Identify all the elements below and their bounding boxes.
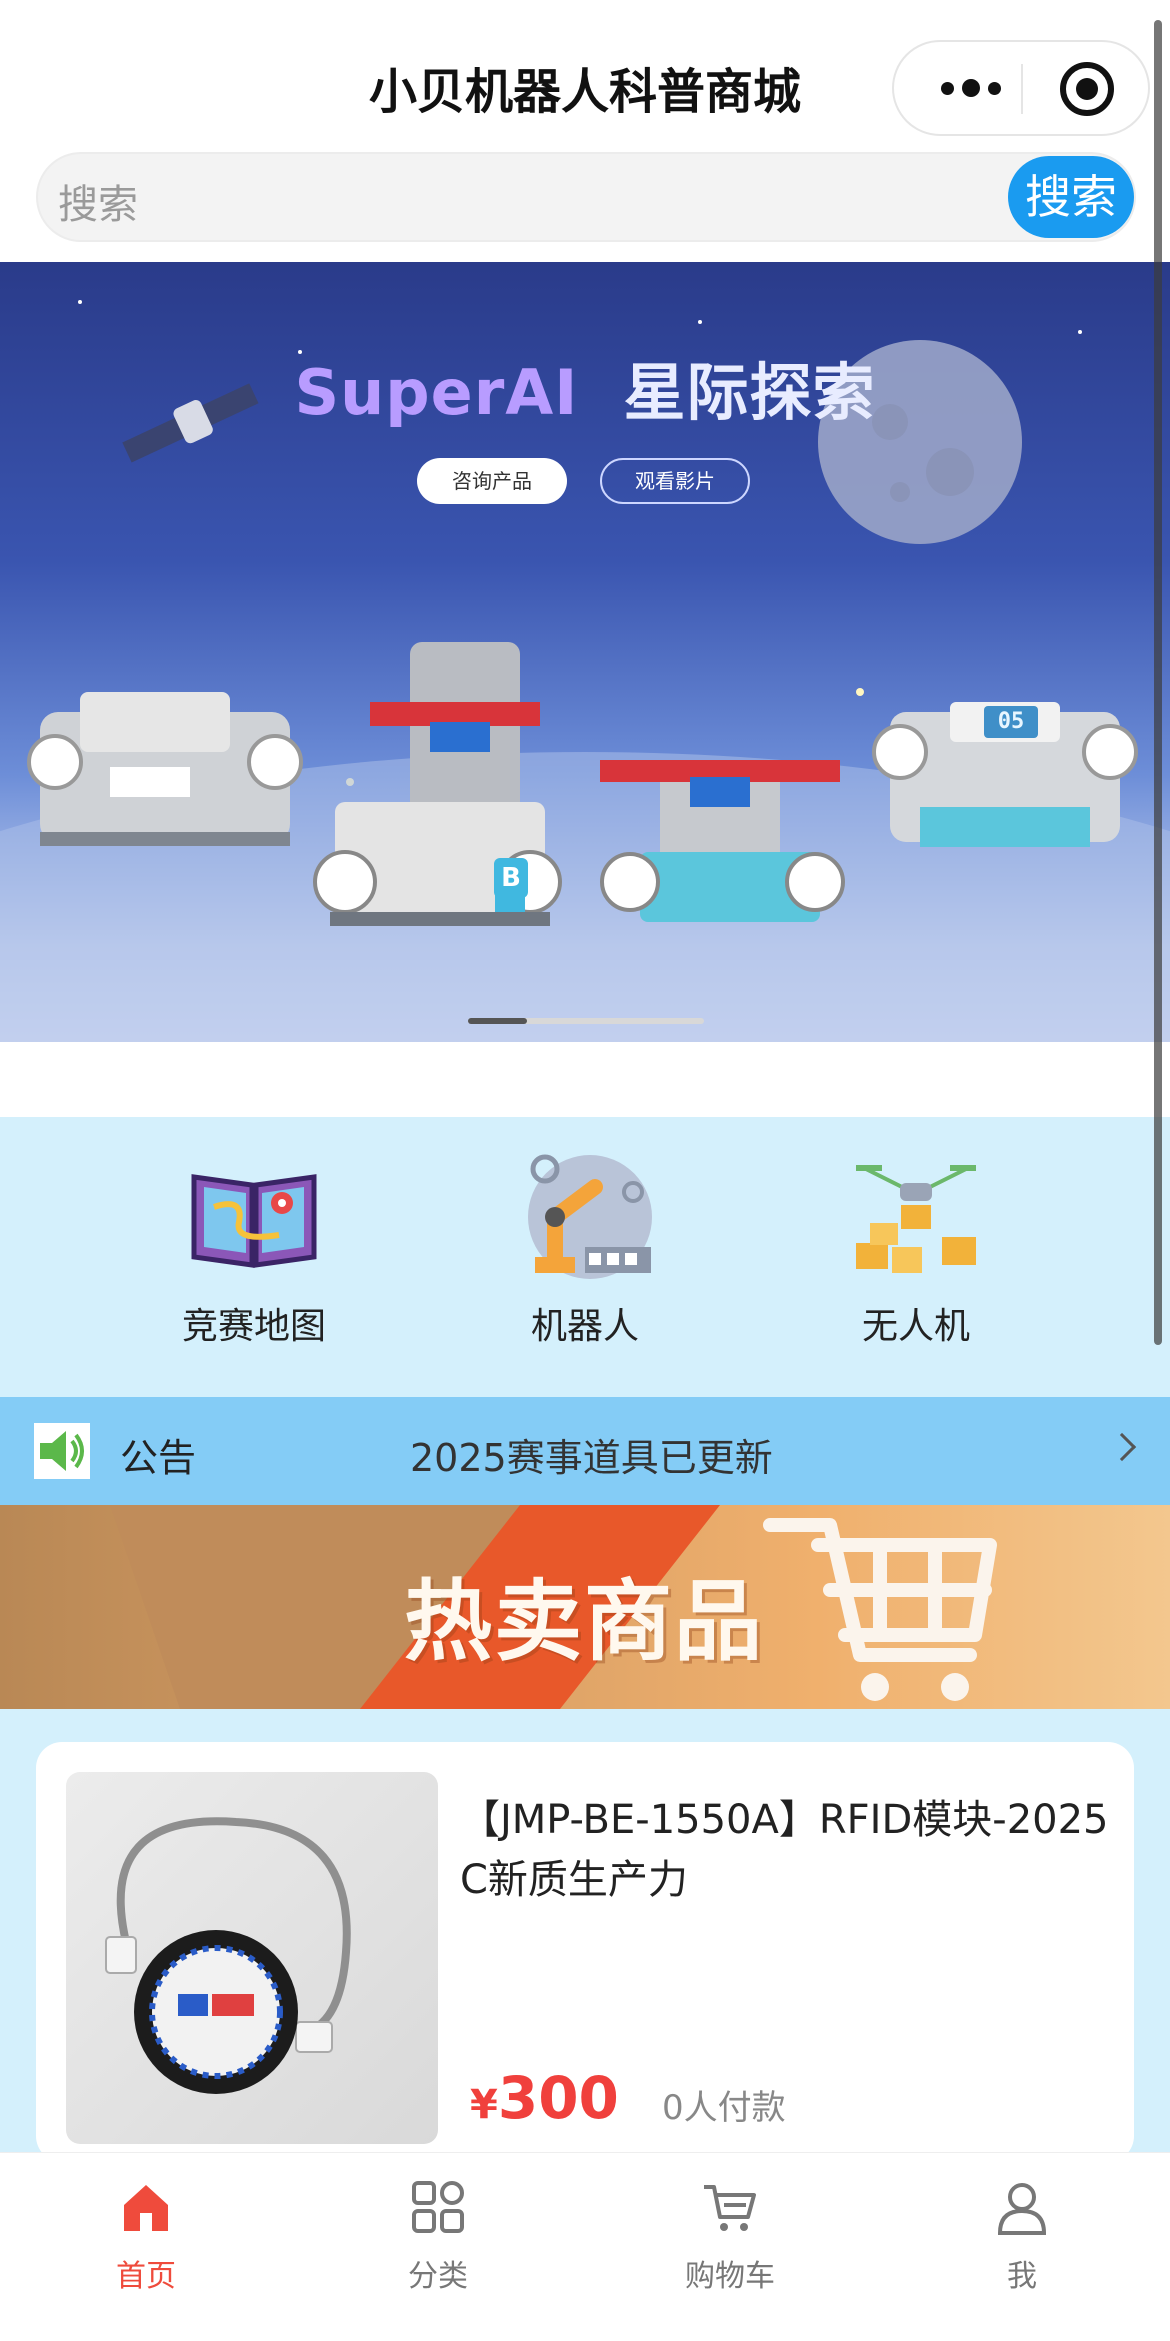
tab-cart[interactable]: 购物车	[630, 2177, 830, 2295]
hot-products-banner[interactable]: 热卖商品	[0, 1505, 1170, 1709]
hot-banner-title: 热卖商品	[404, 1570, 765, 1673]
rfid-module-image	[105, 1817, 351, 2094]
category-label: 竞赛地图	[181, 1306, 326, 1347]
currency-symbol: ¥	[470, 2082, 498, 2128]
product-title[interactable]: 【JMP-BE-1550A】RFID模块-2025C新质生产力	[460, 1790, 1110, 1910]
sold-count: 0人付款	[662, 2088, 786, 2128]
banner-title: SuperAI 星际探索	[294, 356, 876, 429]
notice-bar[interactable]: 公告 2025赛事道具已更新	[0, 1397, 1170, 1505]
scrollbar[interactable]	[1154, 20, 1162, 1345]
notice-label: 公告	[120, 1436, 197, 1480]
tab-label: 首页	[116, 2259, 176, 2294]
watch-video-button[interactable]: 观看影片	[600, 458, 750, 504]
search-button[interactable]: 搜索	[1008, 156, 1134, 238]
search-bar: 搜索 搜索	[0, 152, 1170, 262]
tab-me[interactable]: 我	[922, 2177, 1122, 2295]
drone-icon	[856, 1165, 976, 1273]
banner-carousel[interactable]: SuperAI 星际探索 咨询产品 观看影片 B 05	[0, 262, 1170, 1117]
mini-program-capsule	[892, 40, 1150, 136]
search-placeholder: 搜索	[58, 182, 138, 228]
speaker-icon	[34, 1423, 90, 1479]
robot-display: 05	[984, 706, 1038, 738]
tab-home[interactable]: 首页	[46, 2177, 246, 2295]
user-icon	[997, 2183, 1047, 2235]
category-map[interactable]: 竞赛地图	[134, 1147, 374, 1349]
consult-product-button[interactable]: 咨询产品	[417, 458, 567, 504]
home-icon	[124, 2185, 168, 2231]
robot-badge: B	[494, 858, 528, 898]
product-image[interactable]	[66, 1772, 438, 2144]
category-grid: 竞赛地图 机器人 无人机	[0, 1117, 1170, 1397]
tab-category[interactable]: 分类	[338, 2177, 538, 2295]
category-label: 无人机	[861, 1306, 970, 1347]
carousel-indicator	[468, 1018, 704, 1024]
robot-arm-icon	[528, 1154, 652, 1279]
tab-label: 购物车	[685, 2259, 775, 2294]
search-input[interactable]: 搜索 搜索	[36, 152, 1136, 242]
capsule-divider	[1021, 64, 1023, 114]
banner-bottom-strip	[0, 1042, 1170, 1117]
price-value: 300	[497, 2064, 619, 2132]
product-card[interactable]: 【JMP-BE-1550A】RFID模块-2025C新质生产力 ¥300 0人付…	[36, 1742, 1134, 2162]
title-bar: 小贝机器人科普商城	[0, 0, 1170, 152]
category-label: 机器人	[530, 1306, 639, 1347]
tab-label: 我	[1007, 2259, 1037, 2294]
chevron-right-icon	[1107, 1432, 1137, 1462]
product-price: ¥300	[470, 2064, 619, 2132]
map-book-icon	[191, 1174, 317, 1268]
category-drone[interactable]: 无人机	[796, 1147, 1036, 1349]
carousel-indicator-active	[468, 1018, 527, 1024]
close-target-icon[interactable]	[1060, 62, 1114, 116]
bottom-tab-bar: 首页 分类 购物车 我	[0, 2152, 1170, 2341]
category-icon	[412, 2181, 464, 2233]
tab-label: 分类	[408, 2259, 468, 2294]
cart-icon	[704, 2185, 756, 2231]
notice-text: 2025赛事道具已更新	[410, 1436, 773, 1480]
more-options-icon[interactable]	[926, 42, 1016, 134]
category-robot[interactable]: 机器人	[465, 1147, 705, 1349]
